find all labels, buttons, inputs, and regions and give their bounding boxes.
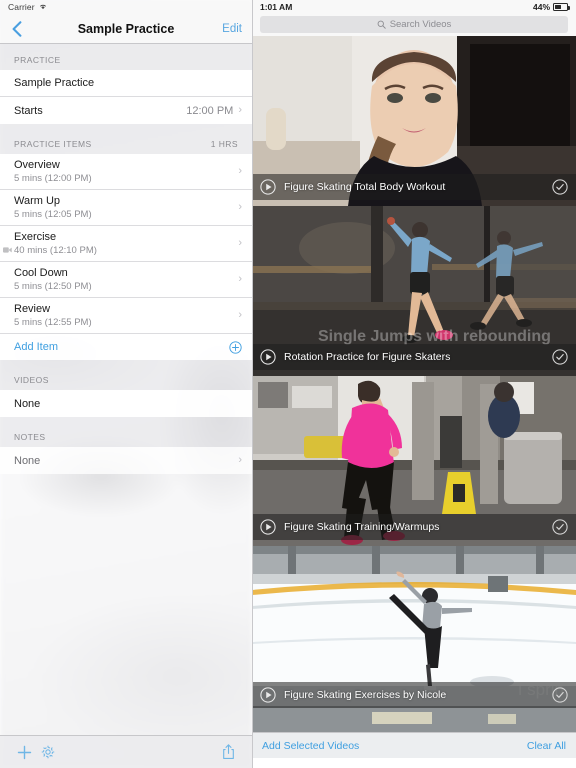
sidebar-scroll-area[interactable]: PRACTICE Sample Practice Starts 12:00 PM… — [0, 44, 252, 735]
item-subtitle: 5 mins (12:50 PM) — [14, 281, 92, 292]
video-camera-icon — [3, 240, 12, 253]
ipad-app-window: Carrier Sample Practice Edit PRACTICE Sa… — [0, 0, 576, 768]
search-placeholder: Search Videos — [389, 19, 452, 30]
row-value: 12:00 PM — [186, 104, 234, 117]
edit-button[interactable]: Edit — [222, 23, 242, 35]
add-practice-button[interactable] — [12, 745, 36, 760]
row-notes-none[interactable]: None › — [0, 447, 252, 474]
check-circle-icon[interactable] — [552, 687, 568, 703]
notes-group: None › — [0, 447, 252, 474]
check-circle-icon[interactable] — [552, 179, 568, 195]
check-circle-icon[interactable] — [552, 349, 568, 365]
section-header-videos: VIDEOS — [0, 360, 252, 390]
item-title: Warm Up — [14, 195, 61, 207]
chevron-right-icon: › — [238, 165, 242, 177]
practice-item-overview[interactable]: Overview 5 mins (12:00 PM) › — [0, 154, 252, 190]
chevron-right-icon: › — [238, 454, 242, 466]
wifi-icon — [39, 2, 47, 12]
video-caption-bar: Rotation Practice for Figure Skaters — [252, 344, 576, 370]
video-action-bar: Add Selected Videos Clear All — [252, 732, 576, 758]
item-title: Review — [14, 303, 51, 315]
item-subtitle: 5 mins (12:00 PM) — [14, 173, 92, 184]
video-title: Figure Skating Exercises by Nicole — [284, 689, 447, 701]
check-circle-icon[interactable] — [552, 519, 568, 535]
section-title: VIDEOS — [14, 375, 49, 385]
video-detail-pane: 1:01 AM 44% Search Videos Figure Skating… — [252, 0, 576, 768]
item-title: Overview — [14, 159, 60, 171]
plus-circle-icon[interactable] — [229, 340, 242, 354]
video-caption-bar: Figure Skating Total Body Workout — [252, 174, 576, 200]
row-title: Sample Practice — [14, 77, 95, 89]
chevron-right-icon: › — [238, 309, 242, 321]
video-cell[interactable]: I sprin Figure Skating Exercises by Nico… — [252, 546, 576, 732]
item-title: Exercise — [14, 231, 57, 243]
row-title: None — [14, 397, 41, 410]
back-button[interactable] — [8, 20, 26, 38]
master-sidebar: Carrier Sample Practice Edit PRACTICE Sa… — [0, 0, 252, 768]
section-title: PRACTICE — [14, 55, 61, 65]
videos-group: None — [0, 390, 252, 417]
status-bar-right: 1:01 AM 44% — [252, 0, 576, 14]
video-caption-bar: Figure Skating Training/Warmups — [252, 514, 576, 540]
row-starts[interactable]: Starts 12:00 PM › — [0, 97, 252, 124]
video-title: Rotation Practice for Figure Skaters — [284, 351, 451, 363]
practice-item-exercise[interactable]: Exercise 40 mins (12:10 PM) › — [0, 226, 252, 262]
status-battery-group: 44% — [532, 2, 570, 12]
page-title: Sample Practice — [77, 21, 175, 36]
video-list[interactable]: Figure Skating Total Body Workout Single… — [252, 36, 576, 732]
section-header-notes: NOTES — [0, 417, 252, 447]
play-circle-icon[interactable] — [260, 349, 276, 365]
chevron-right-icon: › — [238, 104, 242, 116]
add-selected-videos-button[interactable]: Add Selected Videos — [262, 740, 359, 752]
sidebar-toolbar — [0, 735, 252, 768]
row-videos-none[interactable]: None — [0, 390, 252, 417]
video-title: Figure Skating Total Body Workout — [284, 181, 446, 193]
item-title: Cool Down — [14, 267, 68, 279]
video-caption-bar: Figure Skating Exercises by Nicole — [252, 682, 576, 708]
item-subtitle: 5 mins (12:05 PM) — [14, 209, 92, 220]
section-duration: 1 HRS — [210, 139, 238, 149]
section-header-practice: PRACTICE — [0, 44, 252, 70]
video-cell[interactable]: Figure Skating Training/Warmups — [252, 376, 576, 546]
play-circle-icon[interactable] — [260, 687, 276, 703]
row-title: None — [14, 454, 41, 467]
row-practice-name[interactable]: Sample Practice — [0, 70, 252, 97]
chevron-right-icon: › — [238, 273, 242, 285]
row-title: Starts — [14, 104, 43, 117]
split-view-divider — [252, 0, 253, 768]
clear-all-button[interactable]: Clear All — [527, 740, 566, 752]
item-subtitle: 5 mins (12:55 PM) — [14, 317, 92, 328]
share-icon[interactable] — [216, 744, 240, 760]
status-bar-left: Carrier — [0, 0, 252, 14]
status-time: 1:01 AM — [260, 2, 293, 12]
section-title: PRACTICE ITEMS — [14, 139, 92, 149]
chevron-right-icon: › — [238, 237, 242, 249]
section-header-practice-items: PRACTICE ITEMS 1 HRS — [0, 124, 252, 154]
video-title: Figure Skating Training/Warmups — [284, 521, 440, 533]
add-item-row[interactable]: Add Item — [0, 334, 252, 360]
item-subtitle: 40 mins (12:10 PM) — [14, 245, 97, 256]
practice-item-review[interactable]: Review 5 mins (12:55 PM) › — [0, 298, 252, 334]
practice-group: Sample Practice Starts 12:00 PM › — [0, 70, 252, 124]
battery-percent-label: 44% — [532, 2, 550, 12]
practice-item-cool-down[interactable]: Cool Down 5 mins (12:50 PM) › — [0, 262, 252, 298]
sidebar-empty-space — [0, 474, 252, 496]
search-input[interactable]: Search Videos — [260, 16, 568, 33]
carrier-label: Carrier — [8, 2, 35, 12]
video-cell[interactable]: Single Jumps with rebounding Rotation Pr… — [252, 206, 576, 376]
chevron-right-icon: › — [238, 201, 242, 213]
settings-gear-icon[interactable] — [36, 744, 60, 760]
play-circle-icon[interactable] — [260, 179, 276, 195]
play-circle-icon[interactable] — [260, 519, 276, 535]
navigation-bar: Sample Practice Edit — [0, 14, 252, 44]
section-title: NOTES — [14, 432, 46, 442]
search-bar-container: Search Videos — [252, 14, 576, 36]
search-icon — [377, 20, 386, 29]
practice-item-warm-up[interactable]: Warm Up 5 mins (12:05 PM) › — [0, 190, 252, 226]
practice-items-group: Overview 5 mins (12:00 PM) › Warm Up 5 m… — [0, 154, 252, 360]
add-item-label: Add Item — [14, 341, 59, 353]
battery-icon — [553, 3, 570, 11]
video-cell[interactable]: Figure Skating Total Body Workout — [252, 36, 576, 206]
